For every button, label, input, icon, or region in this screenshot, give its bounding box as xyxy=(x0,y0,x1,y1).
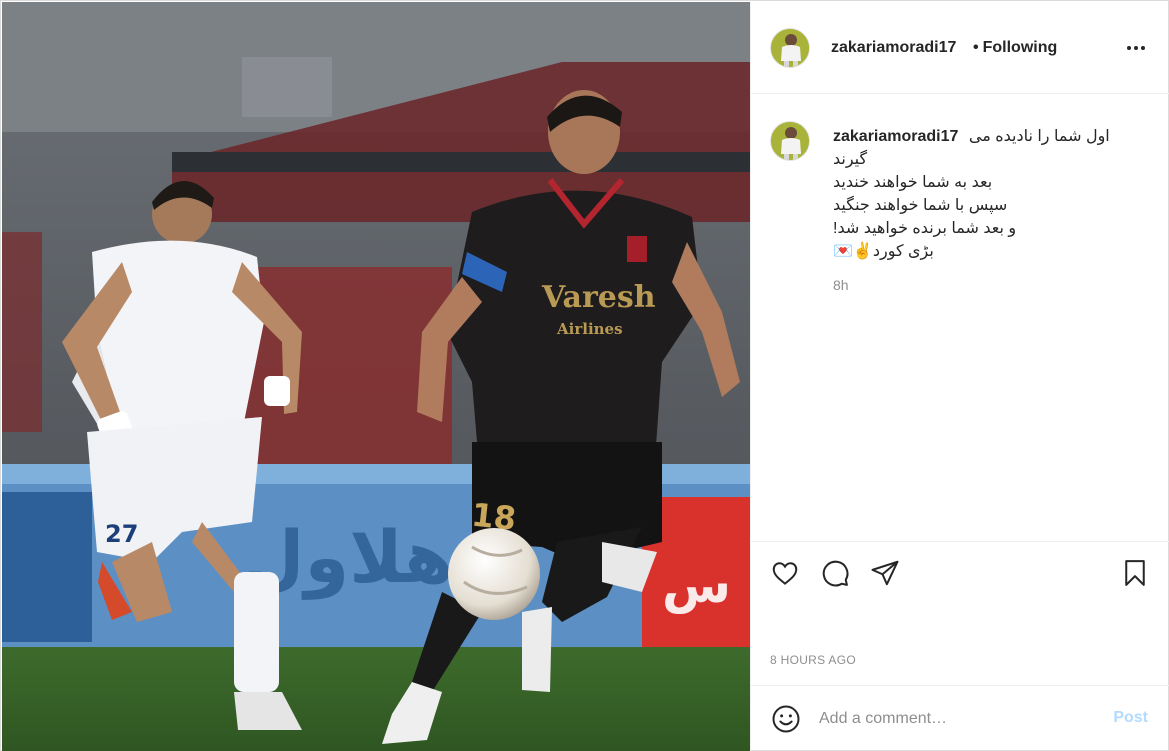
svg-text:Varesh: Varesh xyxy=(541,280,656,315)
post-comment-button[interactable]: Post xyxy=(1113,709,1148,727)
separator-dot: • xyxy=(973,39,979,56)
post-dialog: هلاول س 27 Varesh Airlines 18 zakariamor… xyxy=(0,0,1169,751)
post-timestamp[interactable]: 8 HOURS AGO xyxy=(770,653,856,667)
football-match-image: هلاول س 27 Varesh Airlines 18 xyxy=(2,2,750,751)
caption-line: و بعد شما برنده خواهید شد! xyxy=(833,220,1017,237)
author-username[interactable]: zakariamoradi17 xyxy=(831,39,956,57)
avatar[interactable] xyxy=(770,28,810,68)
caption-avatar[interactable] xyxy=(770,121,810,161)
caption-line: اول شما را نادیده می xyxy=(968,128,1110,145)
emoji-icon[interactable] xyxy=(769,702,803,736)
caption-line: سپس با شما خواهند جنگید xyxy=(833,197,1008,214)
share-icon[interactable] xyxy=(868,556,902,590)
caption-text: zakariamoradi17 اول شما را نادیده می گیر… xyxy=(833,125,1133,263)
caption-line: بعد به شما خواهند خندید xyxy=(833,174,993,191)
bookmark-icon[interactable] xyxy=(1118,556,1152,590)
post-header: zakariamoradi17 • Following xyxy=(751,2,1169,94)
more-options-icon[interactable] xyxy=(1124,36,1148,60)
caption-line: گیرند xyxy=(833,151,868,168)
caption-username[interactable]: zakariamoradi17 xyxy=(833,128,958,145)
svg-text:Airlines: Airlines xyxy=(556,320,623,338)
post-sidebar: zakariamoradi17 • Following zakariamorad… xyxy=(750,2,1169,751)
follow-status: • Following xyxy=(967,39,1057,57)
svg-text:س: س xyxy=(662,556,731,614)
ball xyxy=(448,528,540,620)
caption-line: بڑی کورد✌️💌 xyxy=(833,243,934,260)
comment-icon[interactable] xyxy=(818,556,852,590)
add-comment-bar: Post xyxy=(751,685,1169,751)
heart-icon[interactable] xyxy=(768,556,802,590)
comment-input[interactable] xyxy=(819,706,1099,732)
caption-age[interactable]: 8h xyxy=(833,277,849,293)
svg-text:27: 27 xyxy=(105,520,138,548)
action-bar xyxy=(751,541,1169,607)
caption-area: zakariamoradi17 اول شما را نادیده می گیر… xyxy=(751,94,1169,541)
following-button[interactable]: Following xyxy=(983,39,1058,56)
post-photo[interactable]: هلاول س 27 Varesh Airlines 18 xyxy=(2,2,750,751)
